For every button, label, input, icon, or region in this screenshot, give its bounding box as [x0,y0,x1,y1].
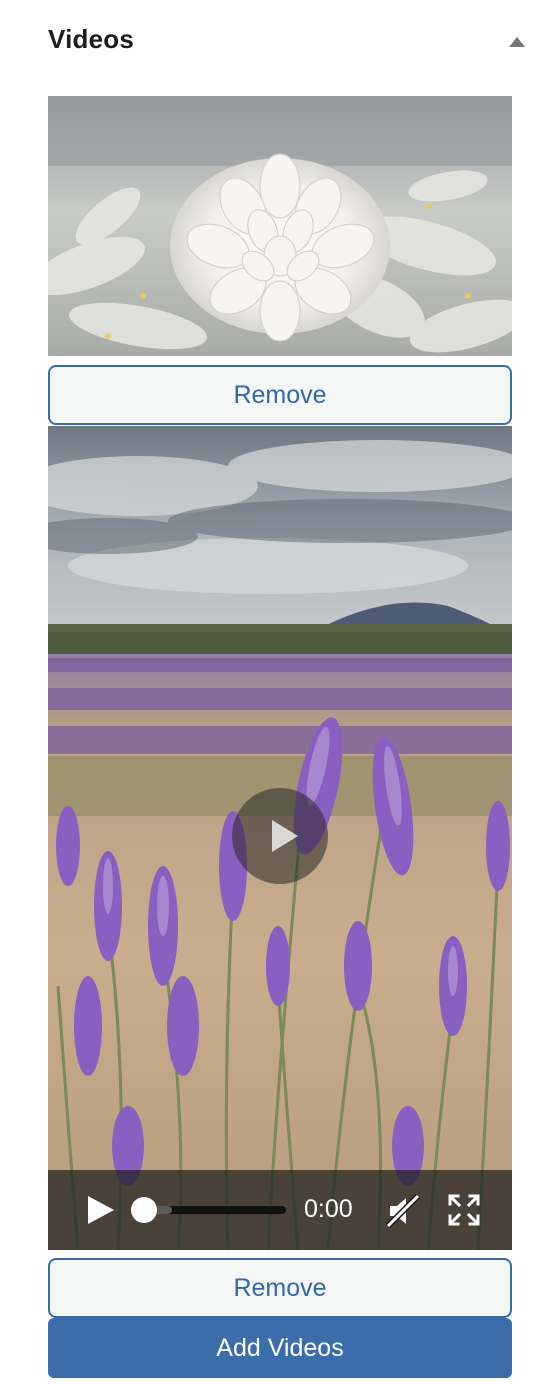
speaker-muted-icon [385,1193,421,1229]
progress-slider[interactable] [131,1197,286,1223]
fullscreen-button[interactable] [446,1192,482,1228]
fullscreen-icon [448,1194,480,1226]
current-time: 0:00 [304,1195,353,1223]
play-circle-icon [272,820,298,852]
collapse-toggle[interactable] [504,28,530,54]
play-icon [88,1196,114,1224]
play-overlay-button[interactable] [232,788,328,884]
play-button[interactable] [82,1192,118,1228]
video-preview-1[interactable] [48,96,512,356]
mute-button[interactable] [384,1192,422,1230]
panel-header: Videos [0,0,558,84]
video-controls-bar: 0:00 [48,1170,512,1250]
videos-panel: Videos Remove 0:00 Remove Add Videos [0,0,558,1384]
progress-thumb[interactable] [131,1197,157,1223]
video-player-2[interactable]: 0:00 [48,426,512,1250]
triangle-up-icon [509,37,525,47]
remove-video-2-button[interactable]: Remove [48,1258,512,1318]
panel-title: Videos [48,24,134,54]
add-videos-button[interactable]: Add Videos [48,1318,512,1378]
video-thumbnail-flowers [48,96,512,356]
remove-video-1-button[interactable]: Remove [48,365,512,425]
